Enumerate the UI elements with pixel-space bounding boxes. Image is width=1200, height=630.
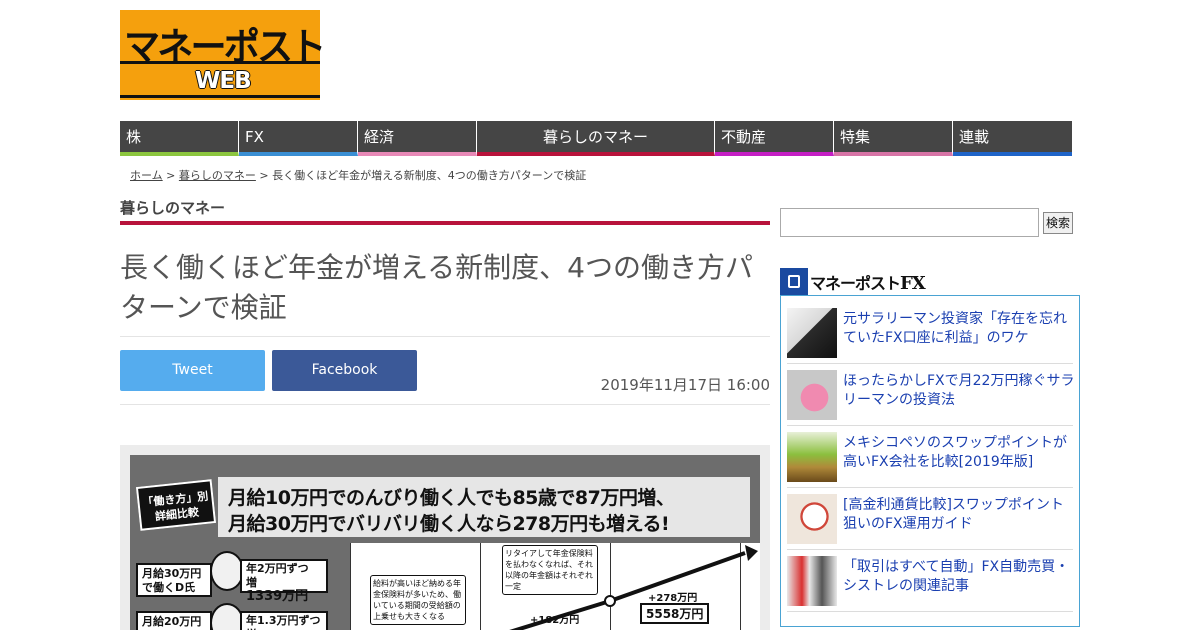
breadcrumb-category-link[interactable]: 暮らしのマネー [179, 169, 256, 182]
breadcrumb-current: 長く働くほど年金が増える新制度、4つの働き方パターンで検証 [272, 169, 587, 182]
nav-label: 特集 [840, 128, 871, 146]
badge-value: 1339万円 [246, 589, 309, 604]
main-nav: 株 FX 経済 暮らしのマネー 不動産 特集 連載 [120, 121, 1072, 156]
nav-label: 不動産 [721, 128, 767, 146]
badge-top: 年2万円ずつ 増 [246, 562, 309, 589]
fx-item-link[interactable]: メキシコペソのスワップポイントが高いFX会社を比較[2019年版] [843, 434, 1075, 472]
divider [120, 336, 770, 337]
fx-item-link[interactable]: ほったらかしFXで月22万円稼ぐサラリーマンの投資法 [843, 372, 1075, 410]
nav-item-tokushu[interactable]: 特集 [834, 121, 953, 156]
nav-item-kurashi[interactable]: 暮らしのマネー [477, 121, 715, 156]
person-illustration [210, 603, 244, 630]
fx-thumbnail [787, 432, 837, 482]
nav-label: FX [245, 128, 264, 146]
figure-banner: 月給10万円でのんびり働く人でも85歳で87万円増、 月給30万円でバリバリ働く… [218, 477, 750, 537]
fx-thumbnail [787, 370, 837, 420]
nav-label: 経済 [364, 128, 395, 146]
fx-list-item[interactable]: ほったらかしFXで月22万円稼ぐサラリーマンの投資法 [787, 364, 1075, 426]
article-date: 2019年11月17日 16:00 [600, 376, 770, 394]
fx-thumbnail [787, 556, 837, 606]
search-button[interactable]: 検索 [1043, 212, 1073, 234]
article-figure: 「働き方」別 詳細比較 月給10万円でのんびり働く人でも85歳で87万円増、 月… [120, 445, 770, 630]
fx-title-prefix: マネーポスト [810, 273, 901, 293]
nav-label: 株 [126, 128, 142, 146]
figure-note: 給料が高いほど納める年金保険料が多いため、働いている期間の受給額の上乗せも大きく… [370, 575, 466, 625]
fx-list-item[interactable]: 「取引はすべて自動」FX自動売買・シストレの関連記事 [787, 550, 1073, 612]
fx-list-item[interactable]: メキシコペソのスワップポイントが高いFX会社を比較[2019年版] [787, 426, 1073, 488]
figure-value: +182万円 [530, 615, 580, 626]
fx-widget-title: マネーポストFX [810, 270, 926, 294]
facebook-share-button[interactable]: Facebook [272, 350, 417, 391]
figure-person-label: 月給30万円で働くD氏 [136, 563, 212, 597]
breadcrumb: ホーム > 暮らしのマネー > 長く働くほど年金が増える新制度、4つの働き方パタ… [130, 167, 586, 183]
fx-item-link[interactable]: 元サラリーマン投資家「存在を忘れていたFX口座に利益」のワケ [843, 310, 1075, 348]
figure-badge: 年1.3万円ずつ 増 [240, 611, 328, 630]
fx-thumbnail [787, 308, 837, 358]
figure-tag: 「働き方」別 詳細比較 [135, 479, 217, 531]
fx-thumbnail [787, 494, 837, 544]
figure-chart: 給料が高いほど納める年金保険料が多いため、働いている期間の受給額の上乗せも大きく… [350, 543, 760, 630]
divider [120, 404, 770, 405]
article-headline: 長く働くほど年金が増える新制度、4つの働き方パターンで検証 [120, 251, 753, 324]
fx-title-suffix: FX [900, 272, 926, 294]
category-title: 暮らしのマネー [120, 199, 226, 217]
breadcrumb-separator: > [162, 169, 179, 182]
nav-label: 暮らしのマネー [542, 128, 648, 146]
fx-widget-header[interactable]: マネーポストFX [780, 268, 926, 295]
tweet-button[interactable]: Tweet [120, 350, 265, 391]
figure-headline-1: 月給10万円でのんびり働く人でも85歳で87万円増、 [228, 487, 675, 509]
logo-divider-bottom [120, 95, 320, 98]
site-logo[interactable]: マネーポスト WEB [120, 10, 326, 100]
figure-person-label: 月給20万円 [136, 611, 212, 630]
fx-list-item[interactable]: 元サラリーマン投資家「存在を忘れていたFX口座に利益」のワケ [787, 302, 1073, 364]
figure-value-box: 5558万円 [640, 603, 710, 624]
page: マネーポスト WEB 株 FX 経済 暮らしのマネー 不動産 特集 連載 ホーム… [0, 0, 1200, 630]
breadcrumb-separator: > [255, 169, 273, 182]
breadcrumb-home-link[interactable]: ホーム [130, 169, 163, 182]
infographic-image: 「働き方」別 詳細比較 月給10万円でのんびり働く人でも85歳で87万円増、 月… [130, 455, 760, 630]
figure-badge: 年2万円ずつ 増 1339万円 [240, 559, 328, 604]
nav-item-rensai[interactable]: 連載 [953, 121, 1072, 156]
nav-item-fudosan[interactable]: 不動産 [715, 121, 834, 156]
badge-top: 年1.3万円ずつ 増 [246, 614, 321, 630]
logo-subtitle: WEB [195, 68, 252, 94]
nav-item-kabu[interactable]: 株 [120, 121, 239, 156]
fx-list-item[interactable]: [高金利通貨比較]スワップポイント狙いのFX運用ガイド [787, 488, 1073, 550]
fx-item-link[interactable]: 「取引はすべて自動」FX自動売買・シストレの関連記事 [843, 558, 1075, 596]
fx-item-link[interactable]: [高金利通貨比較]スワップポイント狙いのFX運用ガイド [843, 496, 1075, 534]
person-illustration [210, 551, 244, 591]
fx-article-list: 元サラリーマン投資家「存在を忘れていたFX口座に利益」のワケ ほったらかしFXで… [780, 295, 1080, 627]
figure-value: +278万円 [648, 593, 698, 604]
nav-item-keizai[interactable]: 経済 [358, 121, 477, 156]
nav-label: 連載 [959, 128, 990, 146]
figure-headline-2: 月給30万円でバリバリ働く人なら278万円も増える! [228, 513, 670, 535]
search-input[interactable] [780, 208, 1039, 237]
figure-note: リタイアして年金保険料を払わなくなれば、それ以降の年金額はそれぞれ一定 [502, 545, 598, 595]
nav-item-fx[interactable]: FX [239, 121, 358, 156]
category-divider [120, 221, 770, 225]
logo-divider [120, 61, 320, 64]
thumbs-up-icon [780, 268, 808, 295]
